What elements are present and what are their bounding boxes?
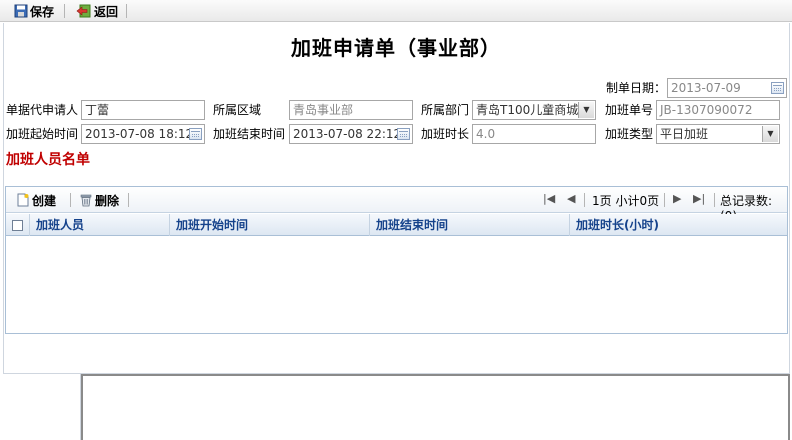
save-button[interactable]: 保存 <box>14 2 54 20</box>
end-time-value: 2013-07-08 22:12 <box>293 127 402 141</box>
chevron-down-icon[interactable]: ▼ <box>578 102 594 118</box>
grid-toolbar-separator <box>70 193 71 207</box>
save-label: 保存 <box>30 4 55 19</box>
first-page-icon[interactable]: |◀ <box>543 192 555 205</box>
staff-grid: 创建 删除 |◀ ◀ 1页 小计0页 ▶ ▶| 总记录数:(0) 加班人员 加班… <box>5 186 788 334</box>
type-label: 加班类型 <box>605 127 654 141</box>
prev-page-icon[interactable]: ◀ <box>567 192 575 205</box>
trash-icon <box>80 194 92 207</box>
end-time-field[interactable]: 2013-07-08 22:12 <box>289 124 413 144</box>
staff-section-title: 加班人员名单 <box>6 152 90 168</box>
calendar-icon[interactable] <box>397 128 410 140</box>
duration-field[interactable]: 4.0 <box>472 124 596 144</box>
back-button[interactable]: 返回 <box>76 2 118 20</box>
create-label: 创建 <box>32 193 57 208</box>
type-select[interactable]: 平日加班 ▼ <box>656 124 780 144</box>
column-header-duration[interactable]: 加班时长(小时) <box>570 214 787 236</box>
made-date-value: 2013-07-09 <box>671 81 741 95</box>
page-info: 1页 小计0页 <box>592 194 660 208</box>
new-document-icon <box>17 193 29 207</box>
pager-separator <box>714 193 715 207</box>
column-header-start-time[interactable]: 加班开始时间 <box>170 214 370 236</box>
made-date-field[interactable]: 2013-07-09 <box>667 78 787 98</box>
chevron-down-icon[interactable]: ▼ <box>762 126 778 142</box>
select-all-checkbox[interactable] <box>12 219 23 231</box>
order-no-label: 加班单号 <box>605 103 654 117</box>
floppy-disk-icon <box>14 4 28 18</box>
dept-label: 所属部门 <box>421 103 470 117</box>
start-time-value: 2013-07-08 18:12 <box>85 127 194 141</box>
select-all-cell <box>6 214 30 236</box>
toolbar: 保存 返回 <box>0 0 792 22</box>
end-time-label: 加班结束时间 <box>213 127 286 141</box>
duration-label: 加班时长 <box>421 127 470 141</box>
pager-separator <box>664 193 665 207</box>
applicant-label: 单据代申请人 <box>6 103 79 117</box>
create-button[interactable]: 创建 <box>16 191 56 209</box>
grid-header: 加班人员 加班开始时间 加班结束时间 加班时长(小时) <box>6 214 787 236</box>
region-field[interactable]: 青岛事业部 <box>289 100 413 120</box>
dept-value: 青岛T100儿童商城 <box>476 103 579 117</box>
bottom-content-box <box>81 374 790 440</box>
region-label: 所属区域 <box>213 103 262 117</box>
delete-label: 删除 <box>95 193 120 208</box>
applicant-field[interactable]: 丁蕾 <box>81 100 205 120</box>
delete-button[interactable]: 删除 <box>79 191 119 209</box>
calendar-icon[interactable] <box>771 82 784 94</box>
page-title: 加班申请单（事业部） <box>291 36 501 60</box>
made-date-label: 制单日期： <box>606 81 667 95</box>
toolbar-separator <box>64 4 65 18</box>
column-header-end-time[interactable]: 加班结束时间 <box>370 214 570 236</box>
dept-select[interactable]: 青岛T100儿童商城 ▼ <box>472 100 596 120</box>
start-time-label: 加班起始时间 <box>6 127 79 141</box>
type-value: 平日加班 <box>660 127 709 141</box>
last-page-icon[interactable]: ▶| <box>693 192 705 205</box>
calendar-icon[interactable] <box>189 128 202 140</box>
column-header-staff[interactable]: 加班人员 <box>30 214 170 236</box>
order-no-field[interactable]: JB-1307090072 <box>656 100 780 120</box>
pager-separator <box>584 193 585 207</box>
start-time-field[interactable]: 2013-07-08 18:12 <box>81 124 205 144</box>
toolbar-separator <box>126 4 127 18</box>
back-label: 返回 <box>94 4 119 19</box>
grid-toolbar: 创建 删除 |◀ ◀ 1页 小计0页 ▶ ▶| 总记录数:(0) <box>6 187 787 223</box>
grid-toolbar-separator <box>128 193 129 207</box>
bottom-left-panel <box>3 374 81 440</box>
back-arrow-icon <box>76 4 91 18</box>
next-page-icon[interactable]: ▶ <box>673 192 681 205</box>
